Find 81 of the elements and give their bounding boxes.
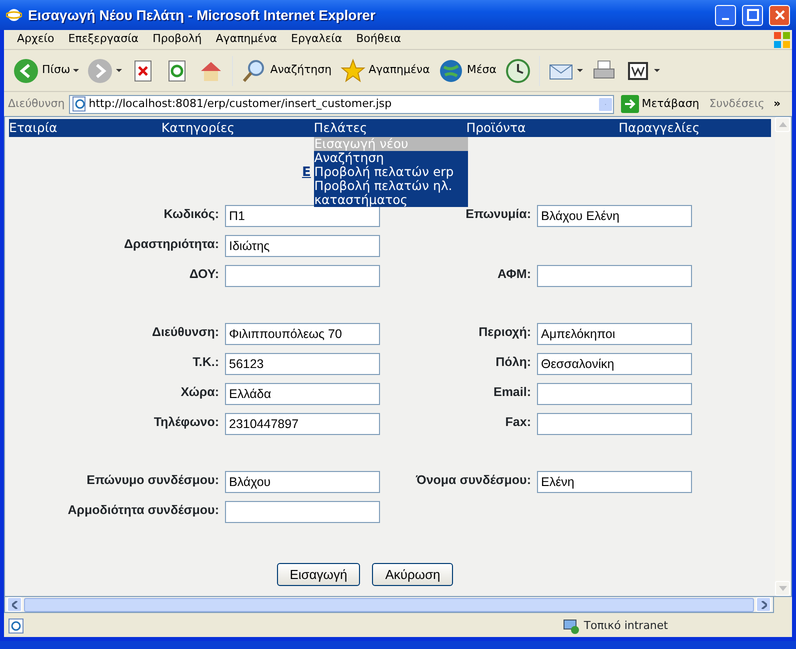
field-label: Επώνυμο συνδέσμου:	[86, 472, 219, 486]
field-label: Τηλέφωνο:	[152, 414, 219, 428]
menu-item[interactable]: Προβολή	[146, 31, 209, 48]
field-label: Επωνυμία:	[464, 206, 531, 220]
dropdown-item[interactable]: Προβολή πελατών erp	[314, 165, 468, 179]
page-icon	[8, 618, 24, 634]
minimize-icon	[722, 18, 729, 20]
input-field[interactable]: Βλάχου	[225, 470, 380, 492]
field-label: ΔΟΥ:	[188, 266, 219, 280]
nav-link[interactable]: Πελάτες	[314, 120, 368, 135]
dropdown-item[interactable]: Προβολή πελατών ηλ. καταστήματος	[314, 179, 468, 207]
address-label: Διεύθυνση	[8, 96, 65, 112]
globe-icon	[438, 58, 464, 84]
favorites-button[interactable]: Αγαπημένα	[336, 56, 433, 86]
close-button[interactable]	[769, 4, 790, 26]
field-label: Email:	[492, 384, 531, 398]
field-label: Αρμοδιότητα συνδέσμου:	[66, 502, 219, 516]
back-icon	[13, 58, 39, 84]
input-field[interactable]	[537, 264, 692, 286]
input-field[interactable]: Ιδιώτης	[225, 234, 380, 256]
star-icon	[340, 58, 366, 84]
scroll-left-icon	[12, 600, 18, 608]
input-field[interactable]: Ελένη	[537, 470, 692, 492]
form-button[interactable]: Εισαγωγή	[276, 562, 360, 586]
browser-icon	[6, 6, 22, 24]
input-field[interactable]: Φιλιππουπόλεως 70	[225, 322, 380, 344]
close-icon	[774, 9, 786, 21]
maximize-button[interactable]	[742, 4, 763, 26]
menu-item[interactable]: Βοήθεια	[349, 31, 408, 48]
input-field[interactable]	[225, 500, 380, 522]
nav-link[interactable]: Προϊόντα	[466, 120, 526, 135]
field-label: Χώρα:	[180, 384, 219, 398]
field-label: Τ.Κ.:	[192, 354, 219, 368]
minimize-button[interactable]	[715, 4, 736, 26]
field-label: Πόλη:	[494, 354, 531, 368]
windows-logo-icon	[772, 30, 792, 50]
maximize-icon	[746, 9, 758, 21]
field-label: Δραστηριότητα:	[123, 236, 219, 250]
form-button[interactable]: Ακύρωση	[372, 562, 454, 586]
page-icon	[72, 96, 86, 112]
input-field[interactable]: Βλάχου Ελένη	[537, 204, 692, 226]
dropdown-item[interactable]: Αναζήτηση	[314, 151, 468, 165]
zone-label: Τοπικό intranet	[584, 618, 668, 634]
menu-item[interactable]: Επεξεργασία	[61, 31, 146, 48]
field-label: ΑΦΜ:	[496, 266, 531, 280]
input-field[interactable]	[225, 264, 380, 286]
field-label: Fax:	[504, 414, 531, 428]
address-field[interactable]: http://localhost:8081/erp/customer/insert_customer.jsp	[68, 94, 614, 114]
input-field[interactable]	[537, 382, 692, 404]
more-button[interactable]: »	[772, 96, 783, 112]
scroll-up-icon	[778, 122, 786, 127]
input-field[interactable]: 2310447897	[225, 412, 380, 434]
go-button[interactable]: Μετάβαση	[618, 93, 702, 115]
menu-item[interactable]: Αγαπημένα	[208, 31, 284, 48]
nav-link[interactable]: Παραγγελίες	[618, 120, 700, 135]
nav-link[interactable]: Κατηγορίες	[161, 120, 235, 135]
links-button[interactable]: Συνδέσεις	[706, 94, 768, 114]
input-field[interactable]	[537, 412, 692, 434]
horizontal-scrollbar[interactable]	[4, 597, 774, 613]
window-title: Εισαγωγή Νέου Πελάτη - Microsoft Internet Explorer	[28, 6, 376, 25]
back-button[interactable]: Πίσω	[10, 56, 82, 86]
scroll-right-icon	[760, 600, 766, 608]
search-button[interactable]: Αναζήτηση	[238, 56, 335, 86]
input-field[interactable]: Αμπελόκηποι	[537, 322, 692, 344]
scroll-down-icon	[778, 586, 786, 591]
field-label: Όνομα συνδέσμου:	[414, 472, 531, 486]
input-field[interactable]: Ελλάδα	[225, 382, 380, 404]
field-label: Διεύθυνση:	[151, 324, 219, 338]
network-icon	[562, 618, 580, 634]
field-label: Κωδικός:	[162, 206, 219, 220]
input-field[interactable]: 56123	[225, 352, 380, 374]
forward-icon	[87, 58, 114, 84]
field-label: Περιοχή:	[478, 324, 531, 338]
menu-item[interactable]: Εργαλεία	[284, 31, 350, 48]
input-field[interactable]: Θεσσαλονίκη	[537, 352, 692, 374]
media-button[interactable]: Μέσα	[434, 56, 500, 86]
history-icon	[504, 58, 531, 84]
vertical-scrollbar[interactable]	[775, 117, 791, 596]
nav-link[interactable]: Εταιρία	[9, 120, 58, 135]
page-heading: Ε	[302, 164, 311, 182]
menu-item[interactable]: Αρχείο	[10, 31, 62, 48]
